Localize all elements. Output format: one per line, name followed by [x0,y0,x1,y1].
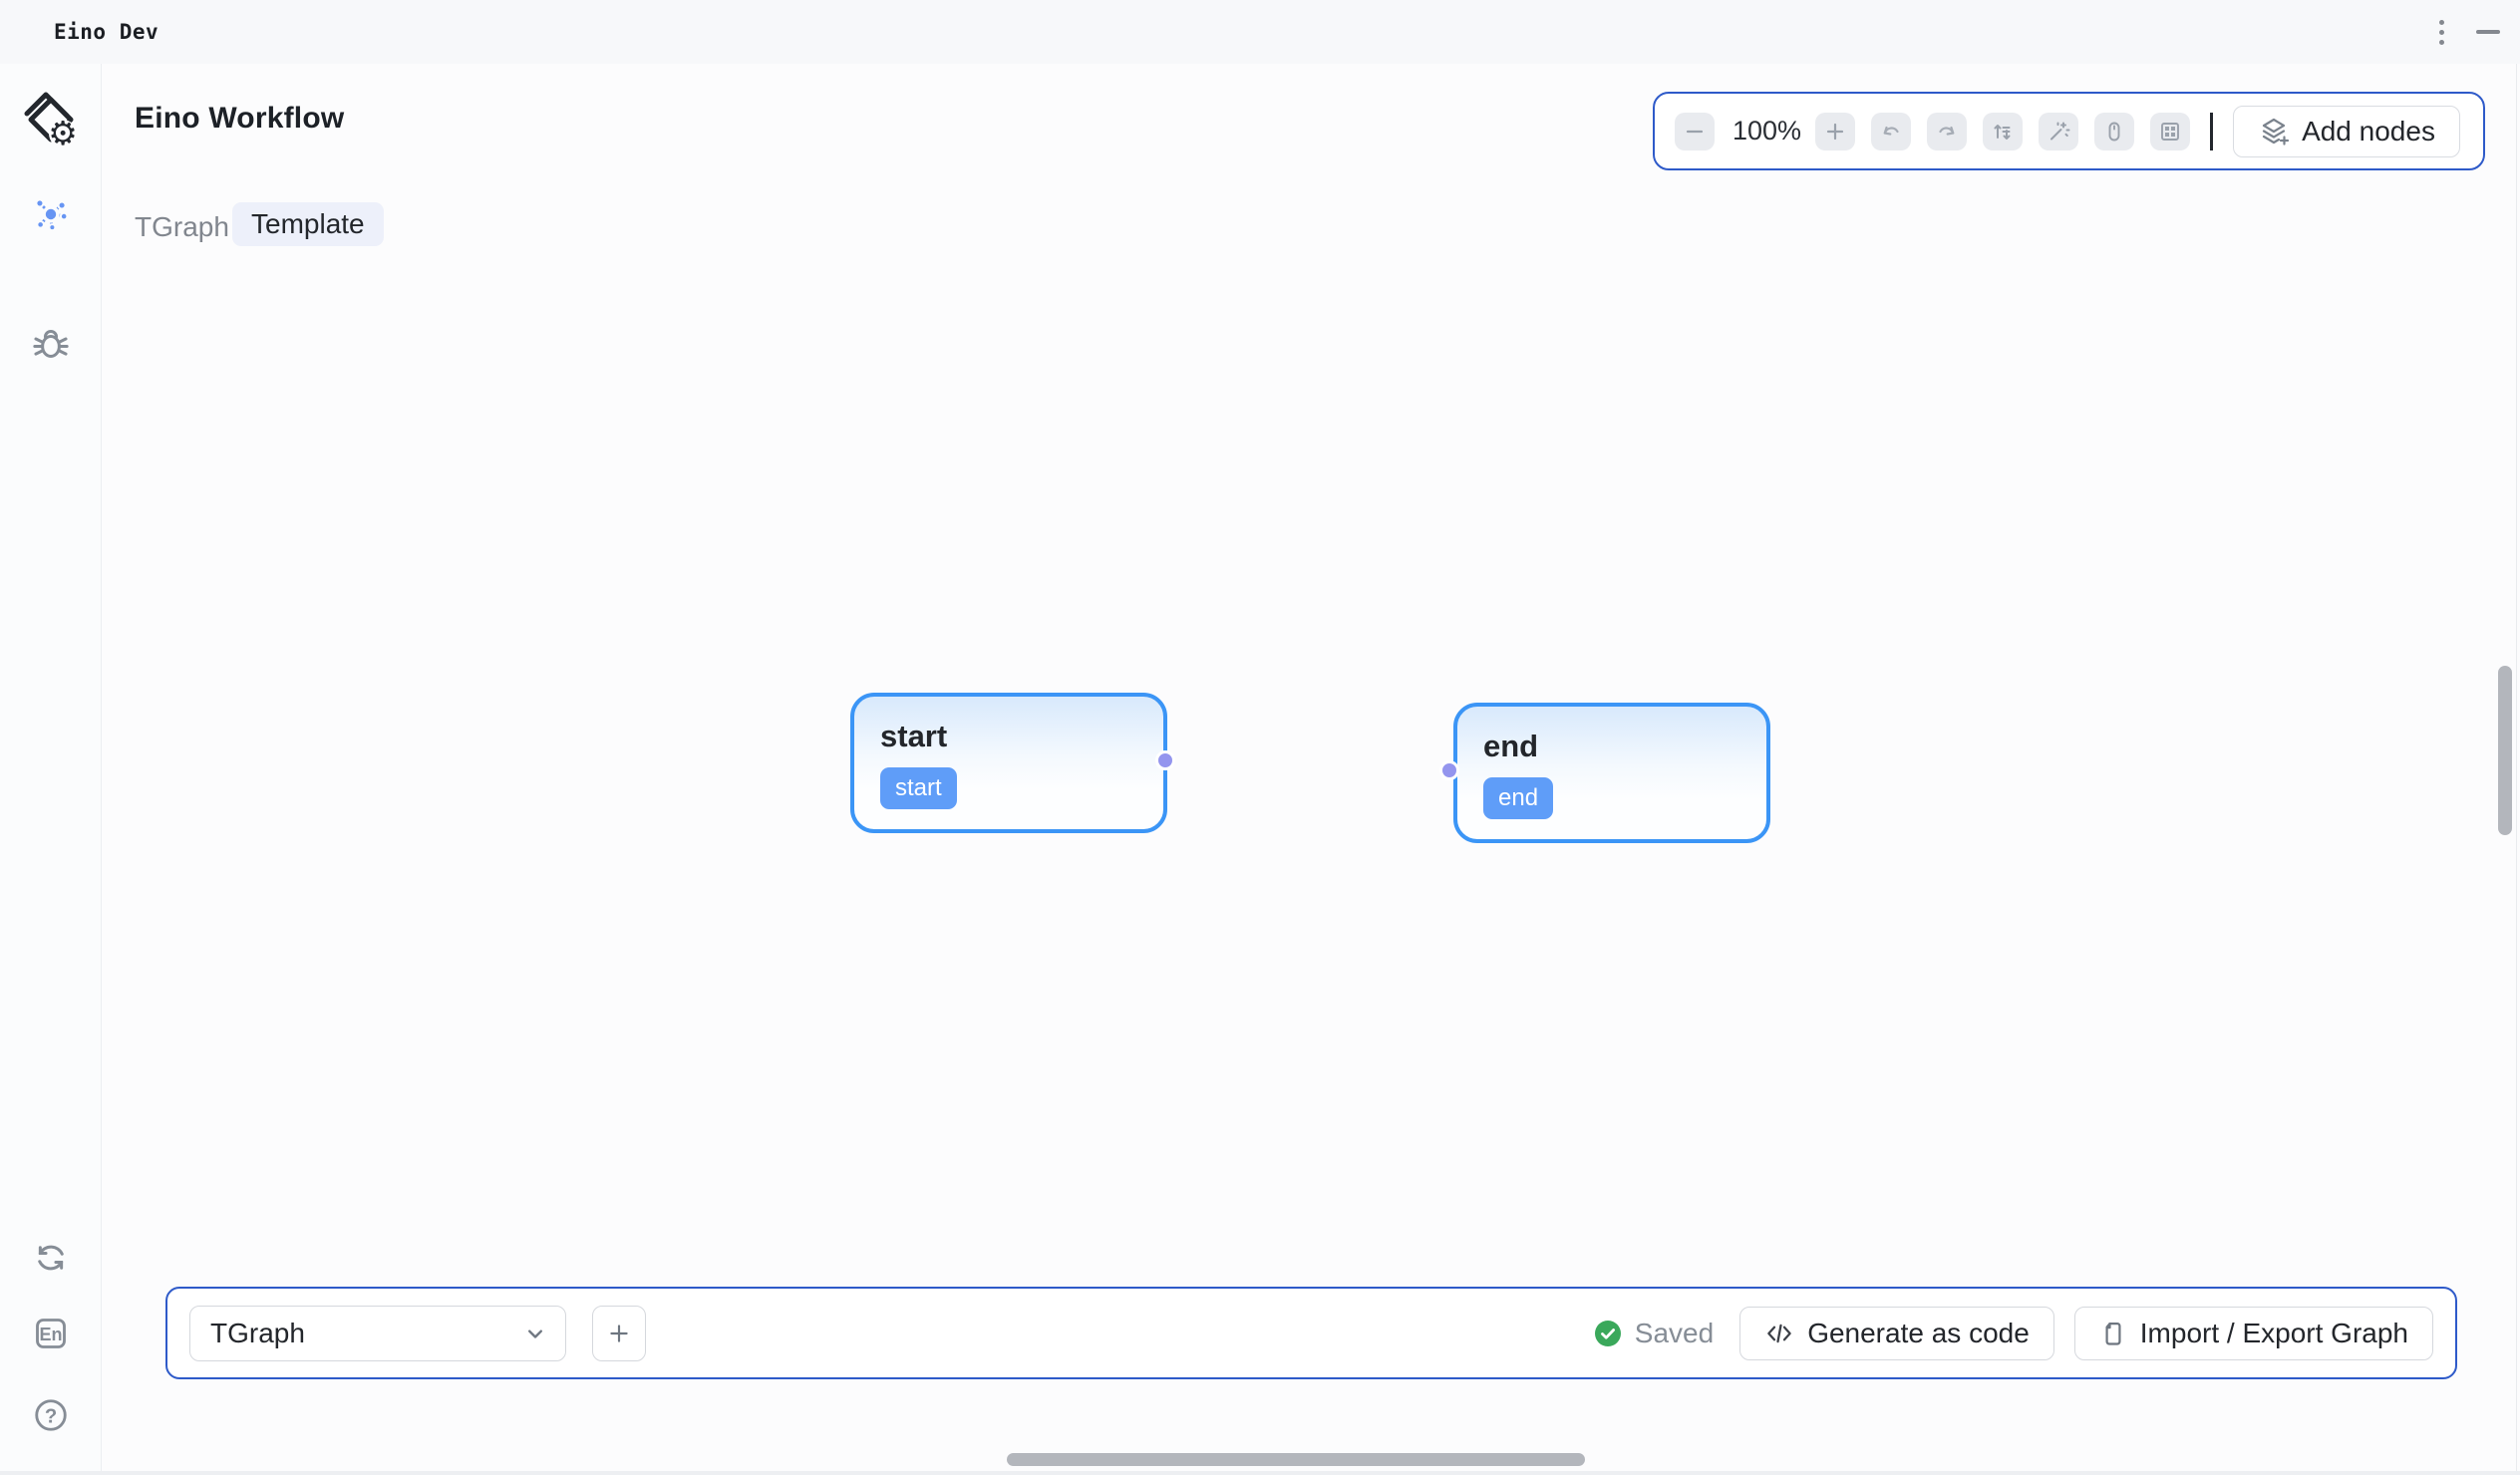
node-start-output-port[interactable] [1155,750,1175,770]
undo-button[interactable] [1871,113,1911,150]
auto-layout-icon [1991,120,2015,144]
minus-icon [1683,120,1707,144]
svg-text:?: ? [45,1406,57,1428]
graph-select-value: TGraph [210,1318,521,1349]
node-start[interactable]: start start [850,693,1167,833]
help-icon: ? [33,1397,69,1433]
add-graph-button[interactable] [592,1306,646,1361]
refresh-icon [33,1240,69,1276]
bug-icon [32,324,70,362]
node-end[interactable]: end end [1453,703,1770,843]
node-end-input-port[interactable] [1439,760,1459,780]
node-title: end [1483,729,1740,764]
horizontal-scrollbar[interactable] [1007,1453,1585,1466]
sidebar-item-language[interactable]: En [31,1314,71,1353]
window-bottom-edge [0,1471,2520,1475]
svg-text:En: En [39,1325,62,1344]
plus-icon [1823,120,1847,144]
language-en-icon: En [33,1316,69,1351]
file-icon [2099,1320,2127,1347]
code-icon [1764,1319,1794,1348]
right-gutter-divider [2516,64,2517,1471]
import-export-label: Import / Export Graph [2140,1318,2408,1349]
workflow-graph-icon [33,196,69,232]
save-status: Saved [1594,1318,1714,1349]
template-badge: Template [232,202,384,246]
magic-wand-icon [2047,120,2070,144]
magic-wand-button[interactable] [2039,113,2078,150]
pan-mode-button[interactable] [2094,113,2134,150]
minimap-button[interactable] [2150,113,2190,150]
app-window: Eino Dev ⚙ [0,0,2520,1475]
auto-layout-button[interactable] [1983,113,2023,150]
node-type-badge: start [880,767,957,809]
zoom-level: 100% [1732,116,1801,147]
titlebar: Eino Dev [0,0,2520,64]
node-type-badge: end [1483,777,1553,819]
graph-select-dropdown[interactable]: TGraph [189,1306,566,1361]
zoom-in-button[interactable] [1815,113,1855,150]
saved-label: Saved [1635,1318,1714,1349]
plus-icon [606,1321,632,1346]
eino-logo-icon: ⚙ [24,90,78,151]
toolbar-divider [2210,113,2213,150]
sidebar: ⚙ [0,64,102,1472]
sidebar-item-workflow[interactable] [31,194,71,234]
add-nodes-button[interactable]: Add nodes [2233,106,2460,157]
undo-icon [1879,120,1903,144]
bottom-bar: TGraph Saved Generate as code [165,1287,2457,1379]
window-minimize-icon[interactable] [2476,30,2500,34]
window-menu-icon[interactable] [2433,14,2450,51]
zoom-out-button[interactable] [1675,113,1715,150]
app-title: Eino Dev [54,20,158,44]
mouse-icon [2102,120,2126,144]
redo-icon [1935,120,1959,144]
node-title: start [880,719,1137,754]
import-export-button[interactable]: Import / Export Graph [2074,1307,2433,1360]
graph-type-label: TGraph [135,211,229,243]
sidebar-item-debug[interactable] [31,323,71,363]
generate-as-code-button[interactable]: Generate as code [1739,1307,2054,1360]
redo-button[interactable] [1927,113,1967,150]
canvas-toolbar: 100% [1653,92,2485,170]
generate-as-code-label: Generate as code [1807,1318,2030,1349]
add-nodes-label: Add nodes [2302,116,2435,148]
svg-text:⚙: ⚙ [48,114,78,151]
sidebar-item-help[interactable]: ? [31,1395,71,1435]
app-logo: ⚙ [24,90,78,151]
saved-check-icon [1594,1320,1622,1347]
window-controls [2433,0,2500,64]
page-title: Eino Workflow [135,102,344,136]
minimap-icon [2158,120,2182,144]
sidebar-item-refresh[interactable] [31,1238,71,1278]
vertical-scrollbar[interactable] [2498,666,2512,835]
layers-plus-icon [2258,116,2290,148]
chevron-down-icon [521,1320,549,1347]
